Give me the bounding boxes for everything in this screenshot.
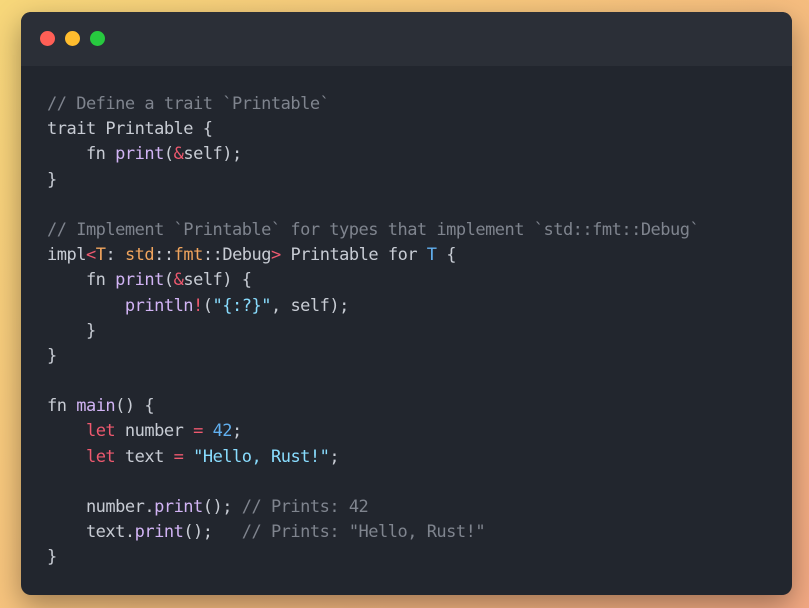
code-token: print xyxy=(115,270,164,291)
code-token: print xyxy=(134,522,184,543)
code-token: // Define a trait `Printable` xyxy=(47,94,330,114)
code-line: text.print(); // Prints: "Hello, Rust!" xyxy=(47,520,699,545)
code-token: text. xyxy=(47,522,135,543)
code-token: self); xyxy=(183,144,242,165)
maximize-dot-icon[interactable] xyxy=(90,31,105,46)
code-token: } xyxy=(47,547,57,568)
code-token: } xyxy=(47,169,57,190)
code-token: let xyxy=(85,446,116,467)
code-token: text xyxy=(115,446,174,467)
code-token: , self); xyxy=(270,295,349,316)
code-line: let text = "Hello, Rust!"; xyxy=(47,445,699,470)
code-token: : xyxy=(105,245,125,266)
code-line: fn main() { xyxy=(47,394,699,419)
code-token: = xyxy=(173,446,184,467)
code-line: fn print(&self); xyxy=(47,142,699,167)
code-token: & xyxy=(173,144,184,165)
code-line: println!("{:?}", self); xyxy=(47,294,699,319)
code-token: ( xyxy=(163,270,174,291)
code-line: trait Printable { xyxy=(47,117,699,142)
code-token: number. xyxy=(47,497,155,517)
code-token: self) { xyxy=(183,270,252,291)
code-token: impl xyxy=(47,245,86,266)
code-window: // Define a trait `Printable` trait Print… xyxy=(21,12,792,595)
code-token: ( xyxy=(163,144,174,165)
code-token: // Implement `Printable` for types that … xyxy=(47,219,700,240)
code-token: T xyxy=(95,245,106,266)
code-token: T xyxy=(426,245,437,266)
code-token: (); xyxy=(183,522,242,543)
code-token: fn xyxy=(47,144,116,165)
code-token: std xyxy=(124,245,155,266)
code-token: main xyxy=(76,396,116,417)
code-token: } xyxy=(47,320,96,341)
code-line: let number = 42; xyxy=(47,419,699,444)
code-line: fn print(&self) { xyxy=(47,268,699,293)
code-block: // Define a trait `Printable` trait Print… xyxy=(47,92,700,571)
code-token: } xyxy=(47,345,57,366)
code-token: // Prints: 42 xyxy=(241,497,369,517)
code-line: } xyxy=(47,319,699,344)
code-token: fmt xyxy=(173,245,204,266)
code-line: number.print(); // Prints: 42 xyxy=(47,495,699,520)
code-line: } xyxy=(47,344,699,369)
minimize-dot-icon[interactable] xyxy=(65,31,80,46)
code-token: & xyxy=(173,270,184,291)
code-token: Printable for xyxy=(280,245,427,266)
code-line: impl<T: std::fmt::Debug> Printable for T… xyxy=(47,243,699,268)
code-token: < xyxy=(85,245,96,266)
code-token: "{:?}" xyxy=(212,295,272,316)
code-token: print xyxy=(154,497,203,517)
code-token: { xyxy=(436,245,457,266)
window-titlebar xyxy=(21,12,792,66)
close-dot-icon[interactable] xyxy=(40,31,55,46)
code-token: ( xyxy=(202,295,213,316)
code-token: ! xyxy=(193,295,203,316)
code-token: "Hello, Rust!" xyxy=(193,446,330,467)
code-token: number xyxy=(115,421,194,442)
code-line: // Implement `Printable` for types that … xyxy=(47,218,700,243)
code-token: ; xyxy=(329,446,340,467)
code-token: fn xyxy=(47,270,116,291)
code-line: } xyxy=(47,545,699,570)
code-line: } xyxy=(47,168,699,193)
code-token: let xyxy=(85,421,116,442)
code-token: > xyxy=(271,245,281,266)
code-token: :: xyxy=(154,245,174,266)
code-token: (); xyxy=(202,497,242,517)
code-token: = xyxy=(193,421,203,442)
code-token: println xyxy=(124,295,194,316)
code-token: print xyxy=(115,144,164,165)
code-token: trait Printable { xyxy=(47,119,213,140)
code-token: 42 xyxy=(212,421,233,442)
code-token: ::Debug xyxy=(202,245,272,266)
code-token: // Prints: "Hello, Rust!" xyxy=(241,522,486,543)
code-token: () { xyxy=(115,396,155,417)
code-token: ; xyxy=(232,421,242,442)
code-line: // Define a trait `Printable` xyxy=(47,92,699,117)
code-token: fn xyxy=(47,396,77,417)
